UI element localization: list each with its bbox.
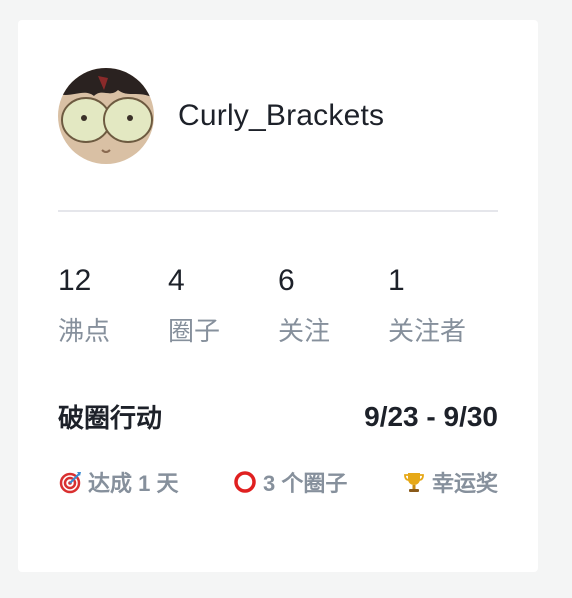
badge-award: 幸运奖 (402, 466, 498, 498)
stat-label: 沸点 (58, 316, 111, 346)
stat-label: 圈子 (168, 316, 221, 346)
ring-icon (233, 470, 257, 494)
avatar[interactable] (58, 68, 154, 164)
stat-label: 关注者 (388, 316, 467, 346)
activity-title: 破圈行动 (58, 403, 163, 433)
stat-value: 6 (278, 264, 295, 297)
badge-award-text: 幸运奖 (431, 471, 498, 496)
activity-date-range: 9/23 - 9/30 (364, 400, 498, 432)
target-icon (58, 470, 82, 494)
divider (58, 210, 498, 212)
profile-header: Curly_Brackets (58, 68, 384, 164)
stats-row: 12 沸点 4 圈子 6 关注 1 关注者 (58, 262, 498, 348)
stat-following[interactable]: 6 关注 (278, 262, 388, 348)
user-card: Curly_Brackets 12 沸点 4 圈子 6 关注 1 关注者 破圈行… (18, 20, 538, 572)
stat-circles[interactable]: 4 圈子 (168, 262, 278, 348)
badge-days: 达成 1 天 (58, 466, 178, 498)
stat-value: 12 (58, 264, 92, 297)
username[interactable]: Curly_Brackets (178, 99, 384, 133)
stat-value: 4 (168, 264, 185, 297)
stat-value: 1 (388, 264, 405, 297)
badge-circles-text: 3 个圈子 (263, 471, 348, 496)
badge-circles: 3 个圈子 (233, 466, 347, 498)
activity-row: 破圈行动 9/23 - 9/30 (58, 398, 498, 435)
stat-posts[interactable]: 12 沸点 (58, 262, 168, 348)
cartoon-face-avatar-icon (58, 68, 154, 164)
stat-followers[interactable]: 1 关注者 (388, 262, 498, 348)
badge-days-text: 达成 1 天 (88, 471, 179, 496)
trophy-icon (402, 470, 426, 494)
badges-row: 达成 1 天 3 个圈子 幸运奖 (58, 466, 498, 498)
stat-label: 关注 (278, 316, 331, 346)
